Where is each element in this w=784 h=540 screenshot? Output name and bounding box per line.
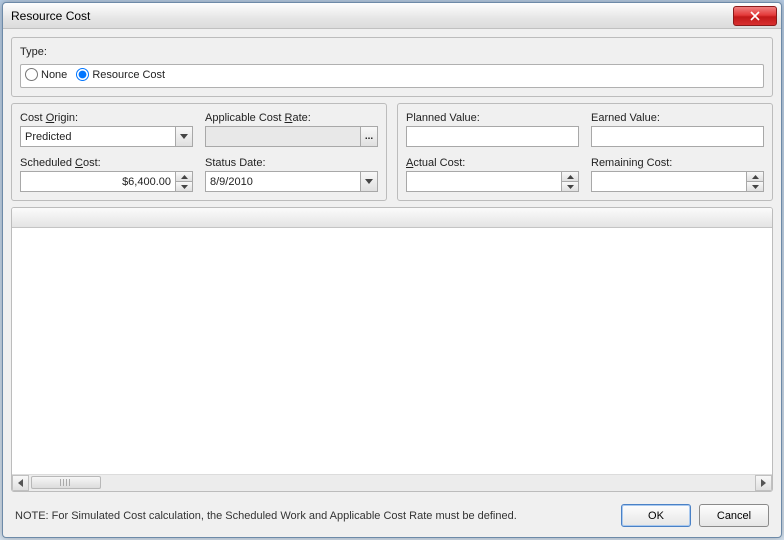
panels-row: Cost Origin: Predicted Applicable Cost R… xyxy=(11,103,773,201)
chevron-down-icon xyxy=(365,179,373,185)
type-radio-none-label: None xyxy=(41,69,67,81)
scheduled-cost-spinner[interactable]: $6,400.00 xyxy=(20,171,193,192)
chevron-down-icon xyxy=(181,185,188,189)
scroll-track[interactable] xyxy=(29,475,755,491)
grid-body[interactable] xyxy=(12,228,772,474)
applicable-rate-field: Applicable Cost Rate: ... xyxy=(205,112,378,147)
chevron-down-icon xyxy=(567,185,574,189)
actual-cost-label: Actual Cost: xyxy=(406,157,579,169)
scheduled-cost-spin-up[interactable] xyxy=(176,172,192,182)
status-date-value: 8/9/2010 xyxy=(206,172,360,191)
dialog-window: Resource Cost Type: None Resource Cost xyxy=(2,2,782,538)
footer: NOTE: For Simulated Cost calculation, th… xyxy=(11,498,773,529)
scheduled-cost-field: Scheduled Cost: $6,400.00 xyxy=(20,157,193,192)
chevron-up-icon xyxy=(752,175,759,179)
cost-origin-panel: Cost Origin: Predicted Applicable Cost R… xyxy=(11,103,387,201)
planned-value-field: Planned Value: xyxy=(406,112,579,147)
actual-cost-spin-up[interactable] xyxy=(562,172,578,182)
chevron-up-icon xyxy=(181,175,188,179)
titlebar: Resource Cost xyxy=(3,3,781,29)
earned-value-label: Earned Value: xyxy=(591,112,764,124)
type-radio-resource-cost[interactable]: Resource Cost xyxy=(76,68,165,81)
status-date-field: Status Date: 8/9/2010 xyxy=(205,157,378,192)
scroll-left-button[interactable] xyxy=(12,475,29,491)
cost-origin-dropdown-button[interactable] xyxy=(175,127,192,146)
grid-header xyxy=(12,208,772,228)
scroll-right-button[interactable] xyxy=(755,475,772,491)
scroll-thumb[interactable] xyxy=(31,476,101,489)
actual-cost-spinner[interactable] xyxy=(406,171,579,192)
chevron-down-icon xyxy=(752,185,759,189)
cost-origin-value: Predicted xyxy=(21,127,175,146)
cost-origin-select[interactable]: Predicted xyxy=(20,126,193,147)
remaining-cost-spin-up[interactable] xyxy=(747,172,763,182)
grip-icon xyxy=(60,479,72,486)
scheduled-cost-value: $6,400.00 xyxy=(21,172,175,191)
type-radio-none[interactable]: None xyxy=(25,68,67,81)
ok-button[interactable]: OK xyxy=(621,504,691,527)
chevron-up-icon xyxy=(567,175,574,179)
applicable-rate-input: ... xyxy=(205,126,378,147)
actual-cost-spin-down[interactable] xyxy=(562,182,578,191)
remaining-cost-spinner[interactable] xyxy=(591,171,764,192)
chevron-down-icon xyxy=(180,134,188,140)
horizontal-scrollbar[interactable] xyxy=(12,474,772,491)
cancel-button[interactable]: Cancel xyxy=(699,504,769,527)
status-date-picker[interactable]: 8/9/2010 xyxy=(205,171,378,192)
applicable-rate-browse-button[interactable]: ... xyxy=(360,127,377,146)
cost-origin-label: Cost Origin: xyxy=(20,112,193,124)
value-panel: Planned Value: Earned Value: Actual Cost… xyxy=(397,103,773,201)
scheduled-cost-spin-down[interactable] xyxy=(176,182,192,191)
type-radio-resource-cost-label: Resource Cost xyxy=(92,69,165,81)
type-radio-none-input[interactable] xyxy=(25,68,38,81)
earned-value-input[interactable] xyxy=(591,126,764,147)
earned-value-field: Earned Value: xyxy=(591,112,764,147)
planned-value-label: Planned Value: xyxy=(406,112,579,124)
scheduled-cost-label: Scheduled Cost: xyxy=(20,157,193,169)
chevron-left-icon xyxy=(17,479,24,487)
close-button[interactable] xyxy=(733,6,777,26)
status-date-label: Status Date: xyxy=(205,157,378,169)
actual-cost-field: Actual Cost: xyxy=(406,157,579,192)
actual-cost-value xyxy=(407,172,561,191)
planned-value-input[interactable] xyxy=(406,126,579,147)
status-date-dropdown-button[interactable] xyxy=(360,172,377,191)
type-radio-resource-cost-input[interactable] xyxy=(76,68,89,81)
remaining-cost-label: Remaining Cost: xyxy=(591,157,764,169)
chevron-right-icon xyxy=(760,479,767,487)
remaining-cost-value xyxy=(592,172,746,191)
client-area: Type: None Resource Cost Cost Origin: xyxy=(3,29,781,537)
type-radio-row: None Resource Cost xyxy=(20,64,764,88)
applicable-rate-value xyxy=(206,127,360,146)
remaining-cost-field: Remaining Cost: xyxy=(591,157,764,192)
close-icon xyxy=(750,11,760,21)
type-label: Type: xyxy=(20,46,47,58)
type-group: Type: None Resource Cost xyxy=(11,37,773,97)
applicable-rate-label: Applicable Cost Rate: xyxy=(205,112,378,124)
remaining-cost-spin-down[interactable] xyxy=(747,182,763,191)
window-title: Resource Cost xyxy=(11,9,90,23)
footer-note: NOTE: For Simulated Cost calculation, th… xyxy=(15,510,613,522)
data-grid xyxy=(11,207,773,492)
cost-origin-field: Cost Origin: Predicted xyxy=(20,112,193,147)
